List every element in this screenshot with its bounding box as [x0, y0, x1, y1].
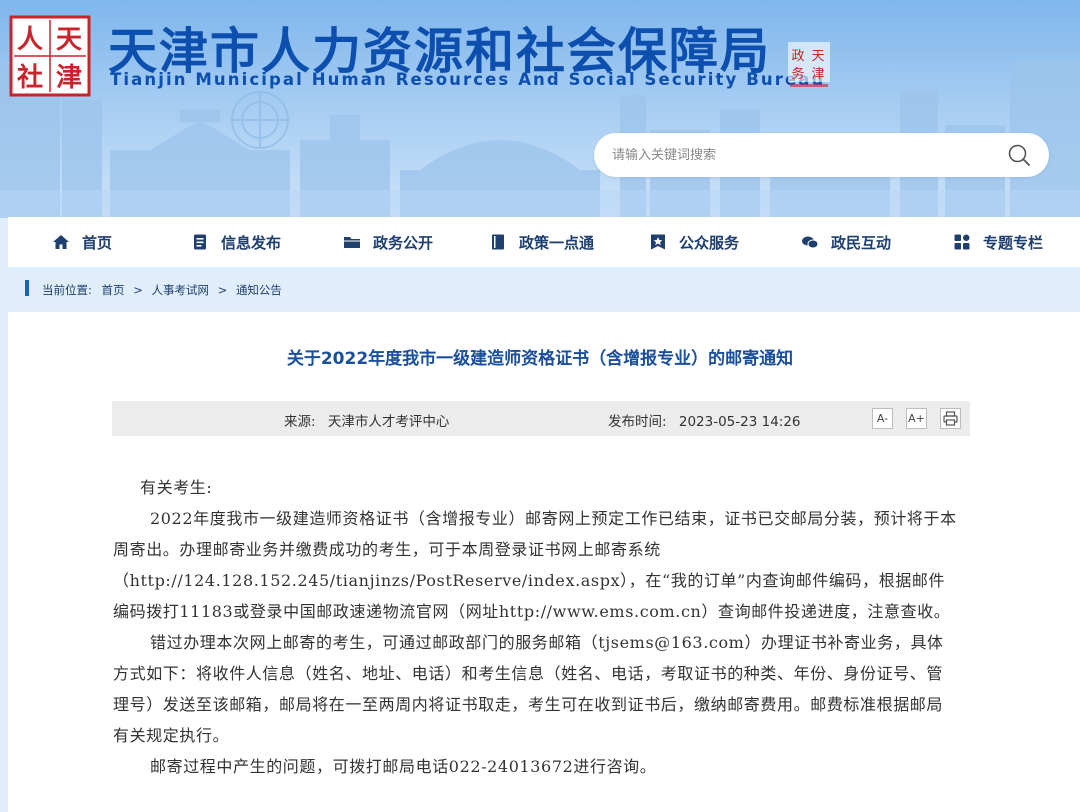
breadcrumb-separator: >: [217, 283, 228, 297]
svg-text:津: 津: [811, 67, 824, 82]
nav-item-public-service[interactable]: 公众服务: [649, 217, 739, 267]
header-banner: 人 天 社 津 天津市人力资源和社会保障局 Tianjin Municipal …: [0, 0, 1080, 218]
svg-text:天: 天: [811, 49, 824, 64]
breadcrumb-marker: [25, 280, 29, 296]
article-meta-bar: 来源: 天津市人才考评中心 发布时间: 2023-05-23 14:26 A- …: [112, 401, 970, 436]
nav-item-policy[interactable]: 政策一点通: [489, 217, 594, 267]
breadcrumb: 当前位置: 首页 > 人事考试网 > 通知公告: [42, 282, 282, 298]
font-decrease-button[interactable]: A-: [872, 408, 893, 429]
grid-icon: [953, 233, 971, 251]
svg-text:人: 人: [17, 25, 43, 55]
nav-item-home[interactable]: 首页: [52, 217, 112, 267]
article-body: 有关考生: 2022年度我市一级建造师资格证书（含增报专业）邮寄网上预定工作已结…: [113, 472, 958, 782]
time-value: 2023-05-23 14:26: [678, 414, 801, 430]
breadcrumb-separator: >: [133, 283, 143, 297]
search-box: [594, 133, 1049, 177]
svg-text:社: 社: [17, 62, 43, 93]
font-decrease-label: A-: [876, 412, 889, 425]
book-icon: [489, 233, 507, 251]
main-nav: 首页 信息发布 政务公开 政策一点通 公众服务 政民互动 专题专栏: [8, 217, 1080, 267]
print-button[interactable]: [940, 408, 961, 429]
article-source: 来源: 天津市人才考评中心: [284, 410, 449, 430]
article-paragraph: 2022年度我市一级建造师资格证书（含增报专业）邮寄网上预定工作已结束，证书已交…: [113, 509, 957, 621]
nav-item-gov-open[interactable]: 政务公开: [343, 217, 433, 267]
nav-item-interaction[interactable]: 政民互动: [801, 217, 891, 267]
article-title: 关于2022年度我市一级建造师资格证书（含增报专业）的邮寄通知: [286, 349, 794, 369]
article-time: 发布时间: 2023-05-23 14:26: [608, 410, 801, 430]
svg-text:津: 津: [56, 63, 82, 93]
chat-icon: [801, 233, 819, 251]
nav-item-news[interactable]: 信息发布: [191, 217, 281, 267]
article-greeting: 有关考生:: [140, 478, 213, 497]
nav-item-special[interactable]: 专题专栏: [953, 217, 1043, 267]
document-icon: [191, 233, 209, 251]
nav-item-label: 专题专栏: [983, 233, 1044, 252]
bureau-logo: 人 天 社 津: [8, 14, 92, 98]
svg-text:务: 务: [791, 66, 804, 82]
nav-item-label: 政民互动: [831, 233, 892, 252]
source-value: 天津市人才考评中心: [327, 414, 450, 430]
site-subtitle: Tianjin Municipal Human Resources And So…: [110, 70, 826, 89]
print-icon: [943, 411, 958, 426]
tianjin-seal-badge: 政 天 务 津: [786, 40, 832, 90]
nav-item-label: 首页: [82, 233, 113, 252]
nav-item-label: 政策一点通: [519, 233, 595, 252]
time-label: 发布时间:: [608, 414, 667, 430]
nav-item-label: 政务公开: [373, 233, 434, 252]
breadcrumb-home-link[interactable]: 首页: [102, 283, 125, 297]
font-increase-button[interactable]: A+: [906, 408, 927, 429]
breadcrumb-exam-link[interactable]: 人事考试网: [151, 283, 209, 297]
article-paragraph: 错过办理本次网上邮寄的考生，可通过邮政部门的服务邮箱（tjsems@163.co…: [113, 633, 944, 745]
nav-item-label: 公众服务: [679, 233, 740, 252]
folder-icon: [343, 233, 361, 251]
home-icon: [52, 233, 70, 251]
source-label: 来源:: [284, 414, 316, 430]
svg-text:天: 天: [56, 25, 82, 55]
search-icon[interactable]: [1007, 143, 1031, 167]
nav-item-label: 信息发布: [221, 233, 282, 252]
breadcrumb-notice-link[interactable]: 通知公告: [236, 283, 282, 297]
search-input[interactable]: [612, 144, 992, 166]
font-increase-label: A+: [908, 412, 925, 425]
article-paragraph: 邮寄过程中产生的问题，可拨打邮局电话022-24013672进行咨询。: [150, 757, 657, 776]
breadcrumb-prefix: 当前位置:: [42, 283, 92, 297]
star-badge-icon: [649, 233, 667, 251]
svg-text:政: 政: [791, 49, 804, 64]
